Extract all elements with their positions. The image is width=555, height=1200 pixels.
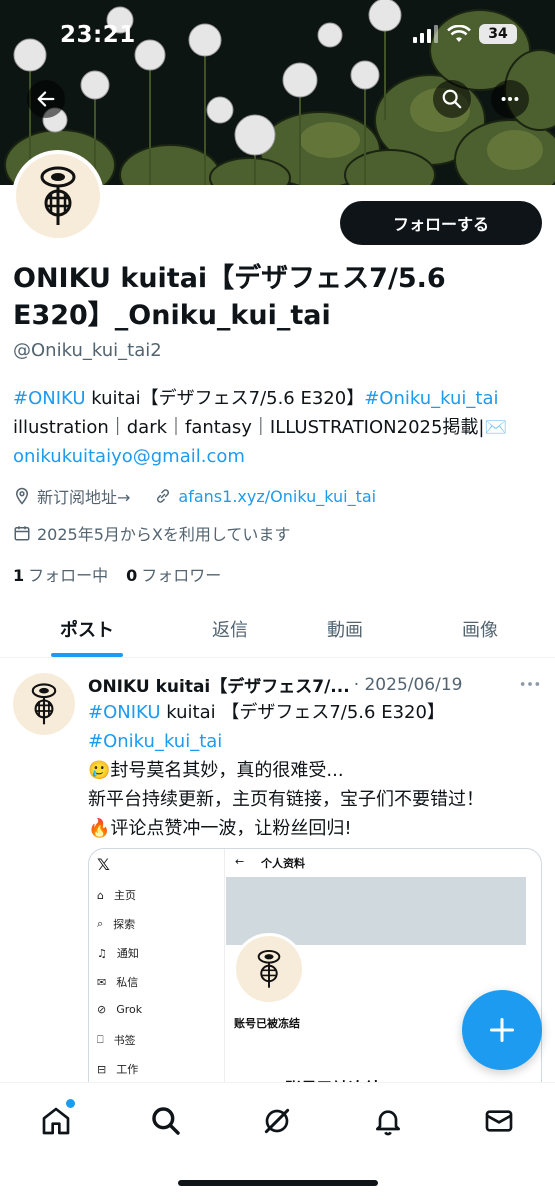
follow-button[interactable]: フォローする xyxy=(340,201,542,245)
bio-hashtag-oniku-kui-tai[interactable]: #Oniku_kui_tai xyxy=(364,388,498,409)
media-menu-grok: ⊘ Grok xyxy=(97,1003,143,1016)
post-text: #ONIKU kuitai 【デザフェス7/5.6 E320】 #Oniku_k… xyxy=(88,698,543,843)
post-header: ONIKU kuitai【デザフェス7/... · 2025/06/19 xyxy=(88,672,528,698)
battery-indicator: 34 xyxy=(479,24,517,44)
post-date[interactable]: · 2025/06/19 xyxy=(354,675,463,695)
nav-notifications[interactable] xyxy=(368,1101,408,1141)
media-menu-notifications: ♫ 通知 xyxy=(97,946,139,961)
oniku-logo-icon xyxy=(257,949,281,988)
profile-meta-location-website: 新订阅地址→ afans1.xyz/Oniku_kui_tai xyxy=(13,484,376,508)
more-button[interactable] xyxy=(491,80,529,118)
more-dots-icon xyxy=(520,682,540,686)
media-x-logo: 𝕏 xyxy=(97,855,110,874)
media-header-title: 个人资料 xyxy=(261,857,305,870)
search-button[interactable] xyxy=(433,80,471,118)
post-media-image[interactable]: 𝕏 ⌂ 主页 ⌕ 探索 ♫ 通知 ✉ 私信 ⊘ Grok ⎕ 书签 ⊟ 工作 ← 个人资料 账… xyxy=(88,848,542,1108)
media-menu-home: ⌂ 主页 xyxy=(97,888,136,903)
arrow-left-icon xyxy=(37,91,55,107)
post-more-button[interactable] xyxy=(519,676,541,695)
bio-email-link[interactable]: onikukuitaiyo@gmail.com xyxy=(13,446,245,467)
tab-active-indicator xyxy=(51,653,123,657)
mail-icon xyxy=(485,1110,513,1132)
media-menu-bookmarks: ⎕ 书签 xyxy=(97,1033,136,1047)
back-button[interactable] xyxy=(27,80,65,118)
status-time: 23:21 xyxy=(60,22,136,48)
following-count: 1 xyxy=(13,566,25,585)
tab-videos[interactable]: 動画 xyxy=(280,600,410,658)
profile-bio: #ONIKU kuitai【デザフェス7/5.6 E320】#Oniku_kui… xyxy=(13,384,543,471)
nav-explore[interactable] xyxy=(146,1101,186,1141)
home-icon xyxy=(42,1107,70,1135)
profile-avatar[interactable] xyxy=(12,150,104,242)
media-back-arrow-icon: ← xyxy=(235,855,245,868)
status-icons: 34 xyxy=(413,24,517,44)
location-pin-icon xyxy=(13,487,31,505)
following-label: フォロー中 xyxy=(28,566,109,585)
profile-location: 新订阅地址→ xyxy=(37,488,131,507)
search-icon: ⌕ xyxy=(97,917,104,930)
avatar-logo xyxy=(16,154,100,238)
profile-joined-date: 2025年5月からXを利用しています xyxy=(37,525,291,544)
grok-icon: ⊘ xyxy=(97,1003,107,1016)
briefcase-icon: ⊟ xyxy=(97,1062,107,1076)
profile-tabs: ポスト 返信 動画 画像 xyxy=(0,600,555,658)
tab-images[interactable]: 画像 xyxy=(415,600,545,658)
compose-post-button[interactable] xyxy=(462,990,542,1070)
signal-icon xyxy=(413,25,438,43)
envelope-icon: ✉️ xyxy=(484,417,507,438)
media-suspended-label: 账号已被冻结 xyxy=(234,1017,300,1030)
home-notification-dot xyxy=(66,1099,75,1108)
bookmark-icon: ⎕ xyxy=(97,1033,104,1046)
search-icon xyxy=(442,89,462,109)
search-icon xyxy=(152,1107,180,1135)
plus-icon xyxy=(489,1017,515,1043)
profile-handle: @Oniku_kui_tai2 xyxy=(13,340,162,361)
mail-icon: ✉ xyxy=(97,975,107,989)
home-indicator xyxy=(178,1180,378,1186)
media-menu-explore: ⌕ 探索 xyxy=(97,917,136,931)
media-menu-jobs: ⊟ 工作 xyxy=(97,1062,139,1077)
bio-hashtag-oniku[interactable]: #ONIKU xyxy=(13,388,86,409)
tab-replies[interactable]: 返信 xyxy=(165,600,295,658)
oniku-logo-icon xyxy=(40,166,76,225)
bell-icon xyxy=(376,1110,400,1136)
profile-website-link[interactable]: afans1.xyz/Oniku_kui_tai xyxy=(178,487,376,506)
nav-home[interactable] xyxy=(36,1099,76,1141)
followers-count: 0 xyxy=(126,566,138,585)
following-link[interactable]: 1 フォロー中 xyxy=(13,562,108,586)
status-bar: 23:21 34 xyxy=(0,0,555,70)
home-icon: ⌂ xyxy=(97,888,104,902)
oniku-logo-icon xyxy=(31,683,57,725)
nav-messages[interactable] xyxy=(479,1101,519,1141)
post-hashtag-oniku-kui-tai[interactable]: #Oniku_kui_tai xyxy=(88,731,222,752)
post-line-1: 🥲封号莫名其妙，真的很难受... xyxy=(88,760,344,781)
link-icon xyxy=(154,487,172,505)
follow-counts: 1 フォロー中 0 フォロワー xyxy=(13,562,221,586)
post-hashtag-oniku[interactable]: #ONIKU xyxy=(88,702,161,723)
tab-posts[interactable]: ポスト xyxy=(22,600,152,658)
nav-grok[interactable] xyxy=(257,1101,297,1141)
media-sidebar: 𝕏 ⌂ 主页 ⌕ 探索 ♫ 通知 ✉ 私信 ⊘ Grok ⎕ 书签 ⊟ 工作 xyxy=(89,849,225,1107)
more-dots-icon xyxy=(501,96,519,102)
profile-display-name: ONIKU kuitai【デザフェス7/5.6 E320】_Oniku_kui_… xyxy=(13,263,446,331)
media-profile-avatar xyxy=(233,933,305,1005)
followers-label: フォロワー xyxy=(141,566,222,585)
media-menu-messages: ✉ 私信 xyxy=(97,975,139,990)
bell-icon: ♫ xyxy=(97,946,107,960)
post-author-avatar[interactable] xyxy=(13,673,75,735)
post-line-3: 🔥评论点赞冲一波，让粉丝回归! xyxy=(88,818,352,839)
bio-text-2: illustration｜dark｜fantasy｜ILLUSTRATION20… xyxy=(13,417,485,438)
profile-joined-row: 2025年5月からXを利用しています xyxy=(13,521,290,545)
bio-text-1: kuitai【デザフェス7/5.6 E320】 xyxy=(85,388,365,409)
followers-link[interactable]: 0 フォロワー xyxy=(126,562,221,586)
post-line-2: 新平台持续更新，主页有链接，宝子们不要错过！ xyxy=(88,789,484,810)
grok-icon xyxy=(264,1108,290,1134)
post-author-name[interactable]: ONIKU kuitai【デザフェス7/... xyxy=(88,672,350,697)
calendar-icon xyxy=(13,524,31,542)
post-text-1: kuitai 【デザフェス7/5.6 E320】 xyxy=(160,702,445,723)
wifi-icon xyxy=(447,25,471,42)
